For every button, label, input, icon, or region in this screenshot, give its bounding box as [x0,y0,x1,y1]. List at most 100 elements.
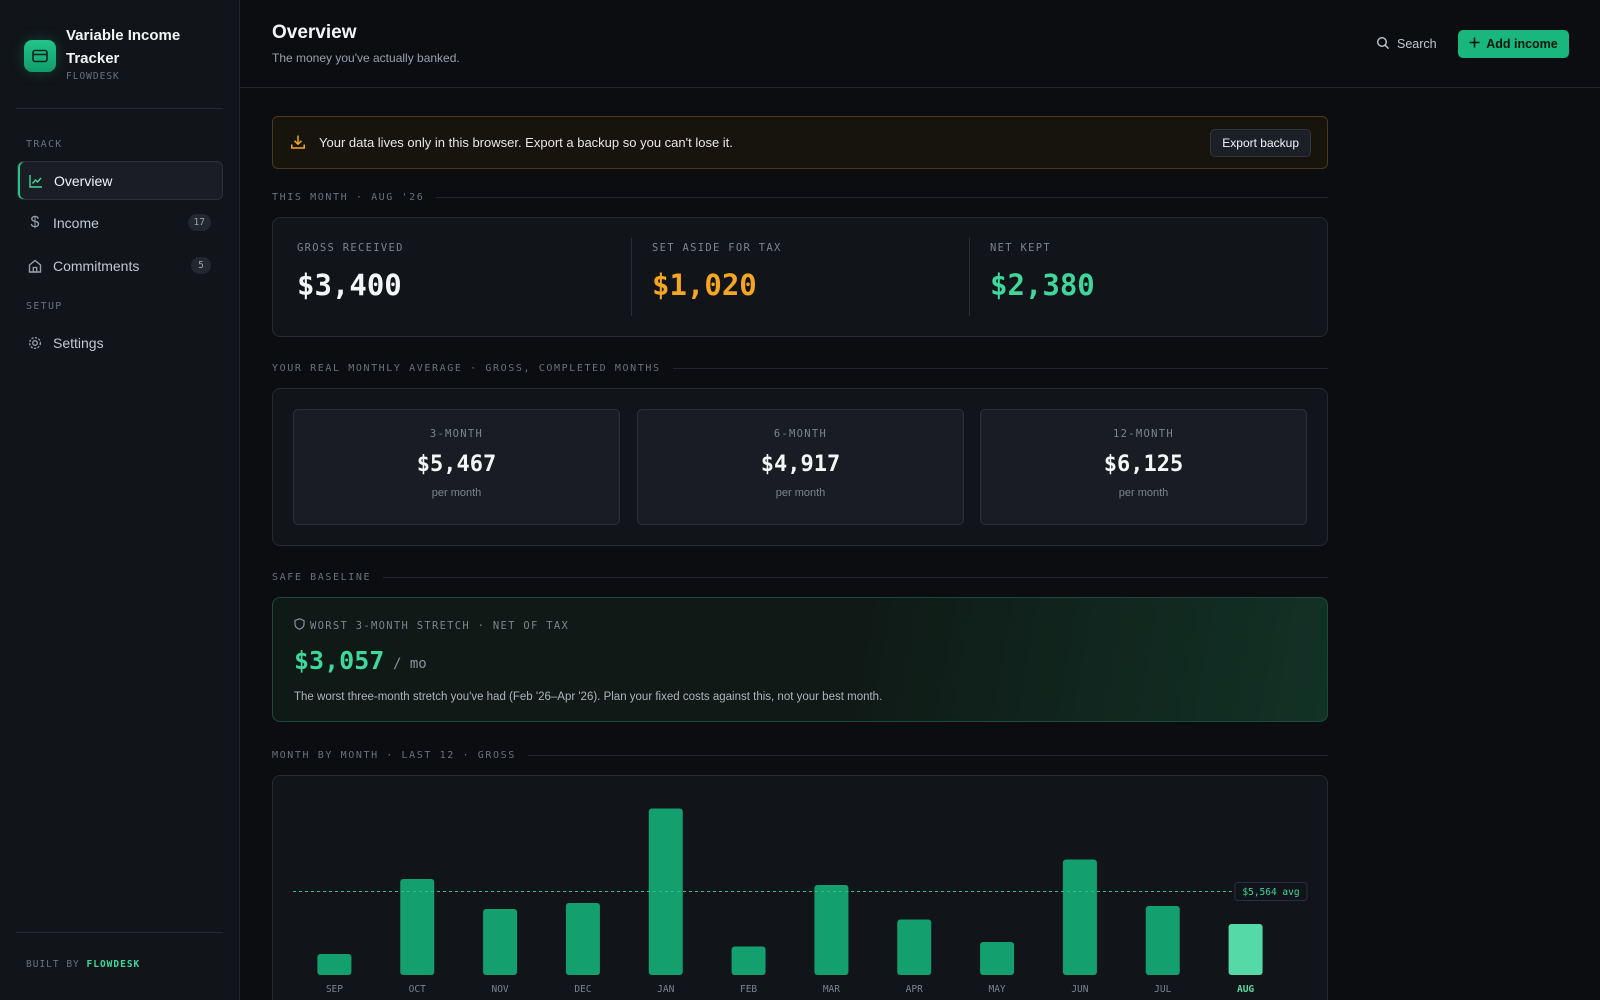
stat-label: NET KEPT [990,242,1051,254]
average-label: 3-MONTH [429,428,484,440]
sidebar-divider [16,108,223,109]
chart-tick-label: AUG [1237,984,1254,995]
this-month-card: GROSS RECEIVED $3,400 SET ASIDE FOR TAX … [272,217,1328,337]
averages-card: 3-MONTH $5,467 per month 6-MONTH $4,917 … [272,388,1328,546]
chart-tick-label: MAY [988,984,1005,995]
chart-bar-nov[interactable] [483,909,518,975]
chart-bar-mar[interactable] [814,885,849,975]
sidebar-item-label: Income [53,214,99,231]
add-income-button[interactable]: Add income [1458,30,1569,58]
export-backup-button[interactable]: Export backup [1210,129,1311,157]
stat-value: $1,020 [652,268,757,302]
sidebar: Variable Income Tracker FLOWDESK TRACK O… [0,0,240,1000]
chart-bar-aug[interactable] [1228,924,1263,975]
stat-set-aside-tax: SET ASIDE FOR TAX $1,020 [652,242,782,302]
chart-tick-label: SEP [326,984,343,995]
stat-value: $3,400 [297,268,402,302]
brand-subtitle: FLOWDESK [66,71,120,82]
chart-bar-sep[interactable] [317,954,352,975]
average-label: 12-MONTH [1113,428,1174,440]
built-by-link[interactable]: FLOWDESK [87,959,141,970]
notice-text: Your data lives only in this browser. Ex… [319,135,733,150]
plus-icon [1469,37,1480,51]
baseline-description: The worst three-month stretch you've had… [294,691,883,703]
chart-tick-label: JUN [1071,984,1088,995]
brand: Variable Income Tracker FLOWDESK [24,24,216,82]
section-label-text: MONTH BY MONTH · LAST 12 · GROSS [272,750,516,761]
stat-label: SET ASIDE FOR TAX [652,242,782,254]
average-12-month: 12-MONTH $6,125 per month [980,409,1307,525]
baseline-value: $3,057 [294,646,385,675]
chart-bar-jun[interactable] [1062,859,1097,976]
stat-divider [969,238,970,316]
section-label-text: YOUR REAL MONTHLY AVERAGE · GROSS, COMPL… [272,363,661,374]
section-label-setup: SETUP [26,301,63,312]
average-value: $6,125 [1103,452,1184,477]
average-unit: per month [1118,487,1169,499]
gear-icon [27,335,43,351]
add-income-label: Add income [1486,37,1558,51]
chart-tick-label: FEB [740,984,757,995]
count-badge: 17 [187,214,211,231]
average-label: $5,564 avg [1242,887,1299,898]
sidebar-item-commitments[interactable]: Commitments 5 [17,246,223,285]
chart-bar-apr[interactable] [897,919,932,976]
monthly-bar-chart: SEP OCT NOV DEC JAN FEB MAR APR MAY JUN JUL AUG $5,5… [293,808,1308,995]
home-icon [27,258,43,274]
chart-tick-label: DEC [574,984,591,995]
chart-bar-jul[interactable] [1145,906,1180,975]
sidebar-item-label: Settings [53,334,104,351]
search-icon [1376,36,1390,53]
average-unit: per month [775,487,826,499]
chart-bar-may[interactable] [980,942,1015,975]
shield-icon [294,618,305,633]
chart-tick-label: JUL [1154,984,1171,995]
section-label-baseline: SAFE BASELINE [272,572,1328,583]
stat-label: GROSS RECEIVED [297,242,404,254]
built-by: BUILT BY FLOWDESK [26,959,140,970]
average-value: $4,917 [760,452,841,477]
search-label: Search [1397,37,1437,51]
monthly-chart-card: SEP OCT NOV DEC JAN FEB MAR APR MAY JUN JUL AUG $5,5… [272,775,1328,1000]
stat-value: $2,380 [990,268,1095,302]
wallet-icon [24,40,56,72]
page-title: Overview [272,22,357,43]
average-6-month: 6-MONTH $4,917 per month [637,409,964,525]
average-label: 6-MONTH [773,428,828,440]
page-subtitle: The money you've actually banked. [272,51,460,65]
sidebar-item-label: Commitments [53,257,140,274]
chart-tick-label: OCT [409,984,426,995]
section-label-track: TRACK [26,139,63,150]
page-header: Overview The money you've actually banke… [240,0,1600,88]
sidebar-item-overview[interactable]: Overview [17,161,223,200]
backup-notice: Your data lives only in this browser. Ex… [272,116,1328,169]
chart-tick-label: MAR [823,984,840,995]
baseline-label-text: WORST 3-MONTH STRETCH · NET OF TAX [310,619,570,632]
section-label-text: SAFE BASELINE [272,572,372,583]
chart-line-icon [28,173,44,189]
baseline-label: WORST 3-MONTH STRETCH · NET OF TAX [294,618,569,633]
built-by-prefix: BUILT BY [26,959,80,970]
stat-gross-received: GROSS RECEIVED $3,400 [297,242,404,302]
section-label-chart: MONTH BY MONTH · LAST 12 · GROSS [272,750,1328,761]
sidebar-footer-divider [16,932,223,933]
brand-title: Variable Income Tracker [66,27,181,67]
sidebar-item-settings[interactable]: Settings [17,323,223,362]
chart-tick-label: JAN [657,984,674,995]
chart-tick-label: APR [906,984,923,995]
chart-bar-oct[interactable] [400,879,435,975]
chart-bar-feb[interactable] [731,946,766,976]
chart-bar-dec[interactable] [565,903,600,975]
section-label-text: THIS MONTH · AUG '26 [272,192,425,203]
section-label-averages: YOUR REAL MONTHLY AVERAGE · GROSS, COMPL… [272,363,1328,374]
count-badge: 5 [191,257,211,274]
stat-net-kept: NET KEPT $2,380 [990,242,1095,302]
search-button[interactable]: Search [1376,30,1437,58]
section-label-this-month: THIS MONTH · AUG '26 [272,192,1328,203]
dollar-icon: $ [30,213,40,231]
sidebar-item-income[interactable]: $ Income 17 [17,203,223,242]
safe-baseline-card: WORST 3-MONTH STRETCH · NET OF TAX $3,05… [272,597,1328,722]
average-value: $5,467 [416,452,497,477]
download-icon [290,134,306,155]
chart-tick-label: NOV [491,984,508,995]
